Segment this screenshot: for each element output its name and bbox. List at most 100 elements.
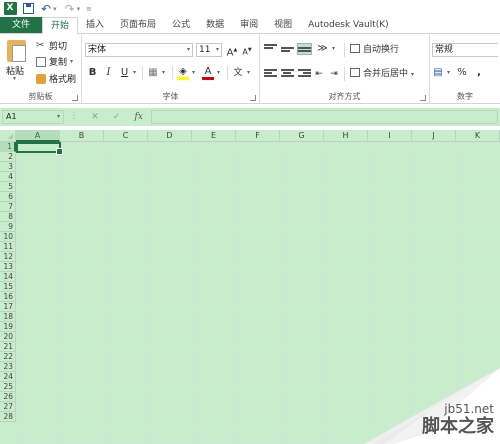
underline-dropdown-icon[interactable]: ▾: [131, 66, 138, 80]
font-color-dropdown-icon[interactable]: ▾: [215, 66, 222, 80]
column-header[interactable]: J: [412, 130, 456, 142]
currency-dropdown-icon[interactable]: ▾: [445, 66, 452, 80]
column-header[interactable]: G: [280, 130, 324, 142]
column-header[interactable]: B: [60, 130, 104, 142]
row-header[interactable]: 27: [0, 402, 16, 412]
tab-home[interactable]: 开始: [42, 17, 79, 34]
column-header[interactable]: C: [104, 130, 148, 142]
grow-font-button[interactable]: A▲: [226, 43, 238, 58]
tab-data[interactable]: 数据: [198, 17, 232, 33]
row-header[interactable]: 9: [0, 222, 16, 232]
decrease-indent-icon[interactable]: ⇤: [313, 67, 325, 81]
row-header[interactable]: 18: [0, 312, 16, 322]
phonetic-guide-button[interactable]: 文: [232, 66, 244, 80]
row-header[interactable]: 4: [0, 172, 16, 182]
comma-style-button[interactable]: ,: [474, 66, 484, 80]
row-header[interactable]: 14: [0, 272, 16, 282]
align-left-icon[interactable]: [264, 69, 277, 79]
row-header[interactable]: 13: [0, 262, 16, 272]
orientation-dropdown-icon[interactable]: ▾: [330, 42, 337, 56]
merge-center-button[interactable]: 合并后居中 ▾: [350, 67, 428, 81]
tab-review[interactable]: 审阅: [232, 17, 266, 33]
formula-input[interactable]: [151, 110, 498, 124]
undo-icon[interactable]: ↶: [41, 2, 51, 16]
column-header[interactable]: A: [16, 130, 60, 142]
increase-indent-icon[interactable]: ⇥: [328, 67, 340, 81]
border-dropdown-icon[interactable]: ▾: [160, 66, 167, 80]
paste-icon[interactable]: [7, 40, 26, 62]
number-format-select[interactable]: 常规: [432, 43, 498, 57]
row-header[interactable]: 21: [0, 342, 16, 352]
row-header[interactable]: 11: [0, 242, 16, 252]
format-painter-button[interactable]: 格式刷: [36, 72, 76, 85]
row-header[interactable]: 8: [0, 212, 16, 222]
tab-formulas[interactable]: 公式: [164, 17, 198, 33]
row-header[interactable]: 20: [0, 332, 16, 342]
row-header[interactable]: 6: [0, 192, 16, 202]
column-header[interactable]: H: [324, 130, 368, 142]
column-header[interactable]: D: [148, 130, 192, 142]
active-cell[interactable]: [16, 142, 63, 155]
row-header[interactable]: 15: [0, 282, 16, 292]
font-size-select[interactable]: 11 ▾: [196, 43, 222, 57]
column-header[interactable]: I: [368, 130, 412, 142]
shrink-font-button[interactable]: A▼: [241, 43, 253, 57]
fill-color-dropdown-icon[interactable]: ▾: [190, 66, 197, 80]
row-header[interactable]: 16: [0, 292, 16, 302]
tab-file[interactable]: 文件: [0, 17, 42, 33]
row-header[interactable]: 19: [0, 322, 16, 332]
border-icon[interactable]: ▦: [147, 66, 159, 80]
row-header[interactable]: 24: [0, 372, 16, 382]
row-header[interactable]: 10: [0, 232, 16, 242]
row-header[interactable]: 1: [0, 142, 16, 152]
row-header[interactable]: 12: [0, 252, 16, 262]
save-icon[interactable]: [23, 3, 34, 14]
insert-function-icon[interactable]: fx: [134, 112, 142, 122]
wrap-text-button[interactable]: 自动换行: [350, 43, 430, 57]
tab-view[interactable]: 视图: [266, 17, 300, 33]
row-header[interactable]: 28: [0, 412, 16, 422]
redo-dropdown-icon[interactable]: ▾: [77, 5, 81, 13]
copy-dropdown-icon[interactable]: ▾: [70, 58, 73, 65]
cut-button[interactable]: ✂ 剪切: [36, 39, 67, 52]
percent-button[interactable]: %: [456, 66, 468, 80]
formula-bar-grip-icon[interactable]: ⋮: [70, 111, 78, 120]
undo-dropdown-icon[interactable]: ▾: [53, 5, 57, 13]
name-box[interactable]: A1 ▾: [2, 110, 64, 124]
column-header[interactable]: E: [192, 130, 236, 142]
customize-qat-icon[interactable]: ≡: [86, 5, 92, 13]
paste-dropdown-icon[interactable]: ▾: [13, 75, 16, 82]
top-align-icon[interactable]: [264, 44, 277, 54]
row-header[interactable]: 3: [0, 162, 16, 172]
row-header[interactable]: 23: [0, 362, 16, 372]
select-all-button[interactable]: [0, 130, 16, 142]
row-header[interactable]: 7: [0, 202, 16, 212]
currency-icon[interactable]: ▤: [432, 66, 444, 80]
row-header[interactable]: 17: [0, 302, 16, 312]
italic-button[interactable]: I: [103, 66, 114, 80]
orientation-icon[interactable]: ≫: [316, 42, 329, 56]
tab-insert[interactable]: 插入: [78, 17, 112, 33]
underline-button[interactable]: U: [119, 66, 130, 80]
bottom-align-icon[interactable]: [297, 43, 312, 55]
alignment-launcher-icon[interactable]: [420, 95, 426, 101]
tab-autodesk-vault[interactable]: Autodesk Vault(K): [300, 17, 397, 33]
clipboard-launcher-icon[interactable]: [72, 95, 78, 101]
font-name-select[interactable]: 宋体 ▾: [85, 43, 193, 57]
phonetic-dropdown-icon[interactable]: ▾: [245, 66, 252, 80]
row-header[interactable]: 26: [0, 392, 16, 402]
cancel-icon[interactable]: ✕: [91, 112, 99, 122]
row-header[interactable]: 22: [0, 352, 16, 362]
row-header[interactable]: 25: [0, 382, 16, 392]
middle-align-icon[interactable]: [281, 45, 294, 55]
bold-button[interactable]: B: [87, 66, 98, 80]
font-color-button[interactable]: A: [202, 66, 214, 80]
redo-icon[interactable]: ↷: [65, 2, 75, 16]
align-right-icon[interactable]: [298, 69, 311, 79]
row-header[interactable]: 2: [0, 152, 16, 162]
row-header[interactable]: 5: [0, 182, 16, 192]
copy-button[interactable]: 复制 ▾: [36, 55, 73, 68]
align-center-icon[interactable]: [281, 69, 294, 79]
tab-page-layout[interactable]: 页面布局: [112, 17, 164, 33]
font-launcher-icon[interactable]: [250, 95, 256, 101]
